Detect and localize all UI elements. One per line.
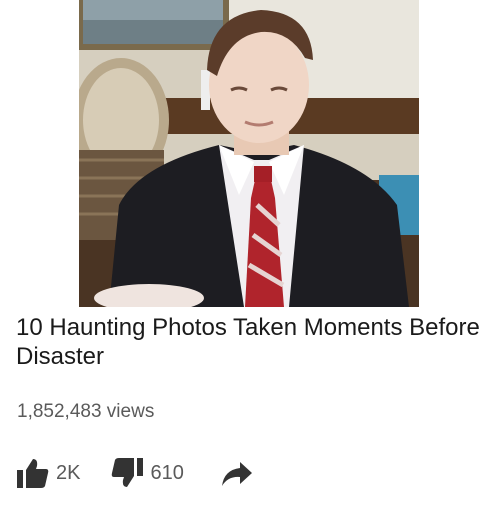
like-button[interactable]: 2K (16, 456, 80, 490)
video-player[interactable] (79, 0, 419, 307)
share-arrow-icon (221, 462, 252, 486)
video-frame-image (79, 0, 419, 307)
dislike-count: 610 (150, 461, 184, 484)
thumbs-up-icon (17, 459, 49, 488)
video-actions-bar: 2K 610 (16, 456, 254, 490)
view-count: 1,852,483 views (17, 401, 155, 422)
share-button[interactable] (220, 456, 254, 490)
thumbs-down-icon (112, 458, 144, 487)
video-title: 10 Haunting Photos Taken Moments Before … (16, 314, 480, 370)
like-count: 2K (56, 461, 81, 484)
dislike-button[interactable]: 610 (110, 456, 184, 490)
